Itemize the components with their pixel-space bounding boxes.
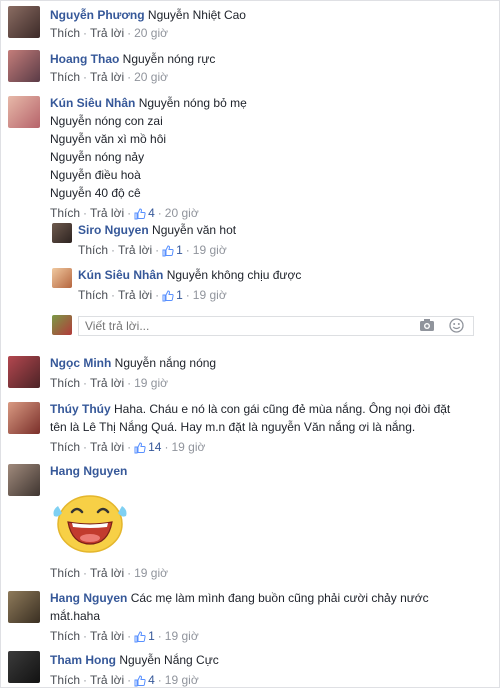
like-count[interactable]: 1 bbox=[162, 243, 183, 257]
timestamp[interactable]: 19 giờ bbox=[134, 376, 168, 390]
avatar[interactable] bbox=[52, 223, 72, 243]
commenter-name[interactable]: Hang Nguyen bbox=[50, 591, 127, 605]
comment-text: Nguyễn nắng nóng bbox=[114, 356, 217, 370]
smiley-icon[interactable] bbox=[449, 318, 464, 333]
thumbs-up-icon bbox=[134, 442, 146, 454]
commenter-name[interactable]: Kún Siêu Nhân bbox=[50, 96, 135, 110]
comment-text: mắt.haha bbox=[50, 609, 101, 623]
commenter-name[interactable]: Thúy Thúy bbox=[50, 402, 111, 416]
comment-text: Nguyễn nóng nảy bbox=[50, 150, 145, 164]
commenter-name[interactable]: Ngọc Minh bbox=[50, 356, 111, 370]
comment-text: Haha. Cháu e nó là con gái cũng đẻ mùa n… bbox=[114, 402, 451, 416]
reply-link[interactable]: Trả lời bbox=[90, 629, 124, 643]
comment-text: Nguyễn 40 độ cê bbox=[50, 186, 141, 200]
reply-link[interactable]: Trả lời bbox=[90, 70, 124, 84]
comment-text: Nguyễn nóng rực bbox=[122, 52, 216, 66]
avatar[interactable] bbox=[8, 356, 40, 388]
timestamp[interactable]: 19 giờ bbox=[171, 440, 205, 454]
reply-item: Kún Siêu Nhân Nguyễn không chịu được Thí… bbox=[0, 266, 500, 306]
comment-text: tên là Lê Thị Nắng Quá. Hay m.n đặt là n… bbox=[50, 420, 416, 434]
comment-text: Nguyễn nóng con zai bbox=[50, 114, 163, 128]
timestamp[interactable]: 19 giờ bbox=[165, 629, 199, 643]
like-link[interactable]: Thích bbox=[78, 243, 108, 257]
reply-link[interactable]: Trả lời bbox=[90, 206, 124, 220]
commenter-name[interactable]: Nguyễn Phương bbox=[50, 8, 145, 22]
reply-link[interactable]: Trả lời bbox=[90, 26, 124, 40]
reply-input[interactable] bbox=[85, 318, 405, 334]
commenter-name[interactable]: Kún Siêu Nhân bbox=[78, 268, 163, 282]
my-avatar bbox=[52, 315, 72, 335]
avatar[interactable] bbox=[8, 591, 40, 623]
like-link[interactable]: Thích bbox=[50, 673, 80, 687]
reply-link[interactable]: Trả lời bbox=[90, 440, 124, 454]
comment-item: Nguyễn Phương Nguyễn Nhiệt Cao Thích · Trả… bbox=[0, 3, 500, 43]
thumbs-up-icon bbox=[134, 675, 146, 687]
reply-link[interactable]: Trả lời bbox=[118, 243, 152, 257]
like-link[interactable]: Thích bbox=[50, 26, 80, 40]
commenter-name[interactable]: Tham Hong bbox=[50, 653, 116, 667]
commenter-name[interactable]: Hang Nguyen bbox=[50, 464, 127, 478]
laughing-emoji-sticker[interactable] bbox=[50, 490, 134, 556]
comment-text: Nguyễn Nắng Cực bbox=[119, 653, 219, 667]
reply-link[interactable]: Trả lời bbox=[90, 376, 124, 390]
like-link[interactable]: Thích bbox=[50, 629, 80, 643]
timestamp[interactable]: 19 giờ bbox=[134, 566, 168, 580]
comment-text: Nguyễn văn hot bbox=[152, 223, 237, 237]
camera-icon[interactable] bbox=[419, 318, 435, 332]
like-count[interactable]: 14 bbox=[134, 440, 161, 454]
avatar[interactable] bbox=[8, 464, 40, 496]
comment-text: Nguyễn nóng bỏ mẹ bbox=[138, 96, 247, 110]
comment-text: Nguyễn Nhiệt Cao bbox=[147, 8, 246, 22]
like-count[interactable]: 1 bbox=[134, 629, 155, 643]
comment-text: Nguyễn điều hoà bbox=[50, 168, 141, 182]
thumbs-up-icon bbox=[162, 245, 174, 257]
like-link[interactable]: Thích bbox=[50, 206, 80, 220]
like-link[interactable]: Thích bbox=[50, 440, 80, 454]
timestamp[interactable]: 20 giờ bbox=[134, 26, 168, 40]
comment-item: Hoang Thao Nguyễn nóng rực Thích · Trả lời… bbox=[0, 47, 500, 87]
comment-item: Thúy Thúy Haha. Cháu e nó là con gái cũn… bbox=[0, 400, 500, 456]
commenter-name[interactable]: Siro Nguyen bbox=[78, 223, 149, 237]
like-link[interactable]: Thích bbox=[50, 566, 80, 580]
comment-item: Tham Hong Nguyễn Nắng Cực Thích · Trả lời ·… bbox=[0, 651, 500, 688]
comment-text: Nguyễn không chịu được bbox=[166, 268, 302, 282]
reply-link[interactable]: Trả lời bbox=[90, 566, 124, 580]
comment-item: Kún Siêu Nhân Nguyễn nóng bỏ mẹ Nguyễn n… bbox=[0, 94, 500, 220]
reply-link[interactable]: Trả lời bbox=[118, 288, 152, 302]
comment-item: Ngọc Minh Nguyễn nắng nóng Thích · Trả lời… bbox=[0, 354, 500, 394]
thumbs-up-icon bbox=[134, 631, 146, 643]
like-count[interactable]: 1 bbox=[162, 288, 183, 302]
like-link[interactable]: Thích bbox=[50, 376, 80, 390]
commenter-name[interactable]: Hoang Thao bbox=[50, 52, 119, 66]
timestamp[interactable]: 19 giờ bbox=[193, 288, 227, 302]
like-link[interactable]: Thích bbox=[50, 70, 80, 84]
like-count[interactable]: 4 bbox=[134, 206, 155, 220]
avatar[interactable] bbox=[8, 651, 40, 683]
avatar[interactable] bbox=[8, 402, 40, 434]
avatar[interactable] bbox=[8, 50, 40, 82]
like-count[interactable]: 4 bbox=[134, 673, 155, 687]
comment-item: Hang Nguyen Các mẹ làm mình đang buồn cũ… bbox=[0, 589, 500, 645]
reply-composer[interactable] bbox=[78, 316, 474, 336]
avatar[interactable] bbox=[8, 6, 40, 38]
timestamp[interactable]: 19 giờ bbox=[193, 243, 227, 257]
timestamp[interactable]: 20 giờ bbox=[134, 70, 168, 84]
reply-item: Siro Nguyen Nguyễn văn hot Thích · Trả lời… bbox=[0, 221, 500, 261]
avatar[interactable] bbox=[8, 96, 40, 128]
timestamp[interactable]: 20 giờ bbox=[165, 206, 199, 220]
thumbs-up-icon bbox=[162, 290, 174, 302]
like-link[interactable]: Thích bbox=[78, 288, 108, 302]
thumbs-up-icon bbox=[134, 208, 146, 220]
comment-text: Các mẹ làm mình đang buồn cũng phải cười… bbox=[130, 591, 429, 605]
reply-link[interactable]: Trả lời bbox=[90, 673, 124, 687]
timestamp[interactable]: 19 giờ bbox=[165, 673, 199, 687]
avatar[interactable] bbox=[52, 268, 72, 288]
comment-text: Nguyễn văn xì mồ hôi bbox=[50, 132, 167, 146]
